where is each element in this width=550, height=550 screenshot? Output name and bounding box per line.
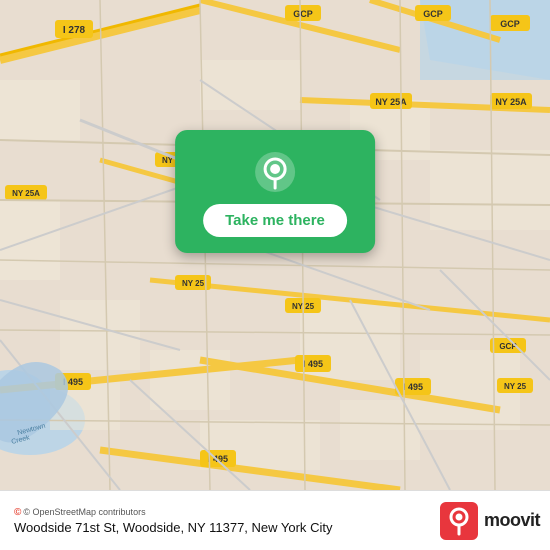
svg-text:NY 25: NY 25 [504,382,527,391]
take-me-there-button[interactable]: Take me there [203,204,347,237]
moovit-wordmark: moovit [484,510,540,531]
map-container: I 278 GCP GCP GCP NY 25A NY 25A NY 25 NY… [0,0,550,490]
svg-text:I 278: I 278 [63,25,86,36]
osm-text: © OpenStreetMap contributors [23,507,145,517]
address-line1: Woodside 71st St, Woodside, NY 11377, Ne… [14,520,306,535]
svg-text:GCP: GCP [423,9,443,19]
moovit-icon [440,502,478,540]
address-text: Woodside 71st St, Woodside, NY 11377, Ne… [14,520,440,535]
navigation-card: Take me there [175,130,375,253]
svg-text:NY 25A: NY 25A [495,97,527,107]
osm-attribution: © © OpenStreetMap contributors [14,507,440,518]
svg-text:GCP: GCP [500,19,520,29]
moovit-logo: moovit [440,502,540,540]
green-card: Take me there [175,130,375,253]
osm-logo: © [14,507,21,518]
svg-text:I 495: I 495 [403,382,423,392]
svg-text:I 495: I 495 [303,359,323,369]
address-section: © © OpenStreetMap contributors Woodside … [14,507,440,535]
svg-text:NY 25A: NY 25A [12,189,40,198]
svg-text:GCP: GCP [293,9,313,19]
bottom-bar: © © OpenStreetMap contributors Woodside … [0,490,550,550]
svg-text:NY 25A: NY 25A [375,97,407,107]
address-line2: City [310,520,332,535]
svg-text:NY 25: NY 25 [182,279,205,288]
location-pin-icon [253,150,297,194]
